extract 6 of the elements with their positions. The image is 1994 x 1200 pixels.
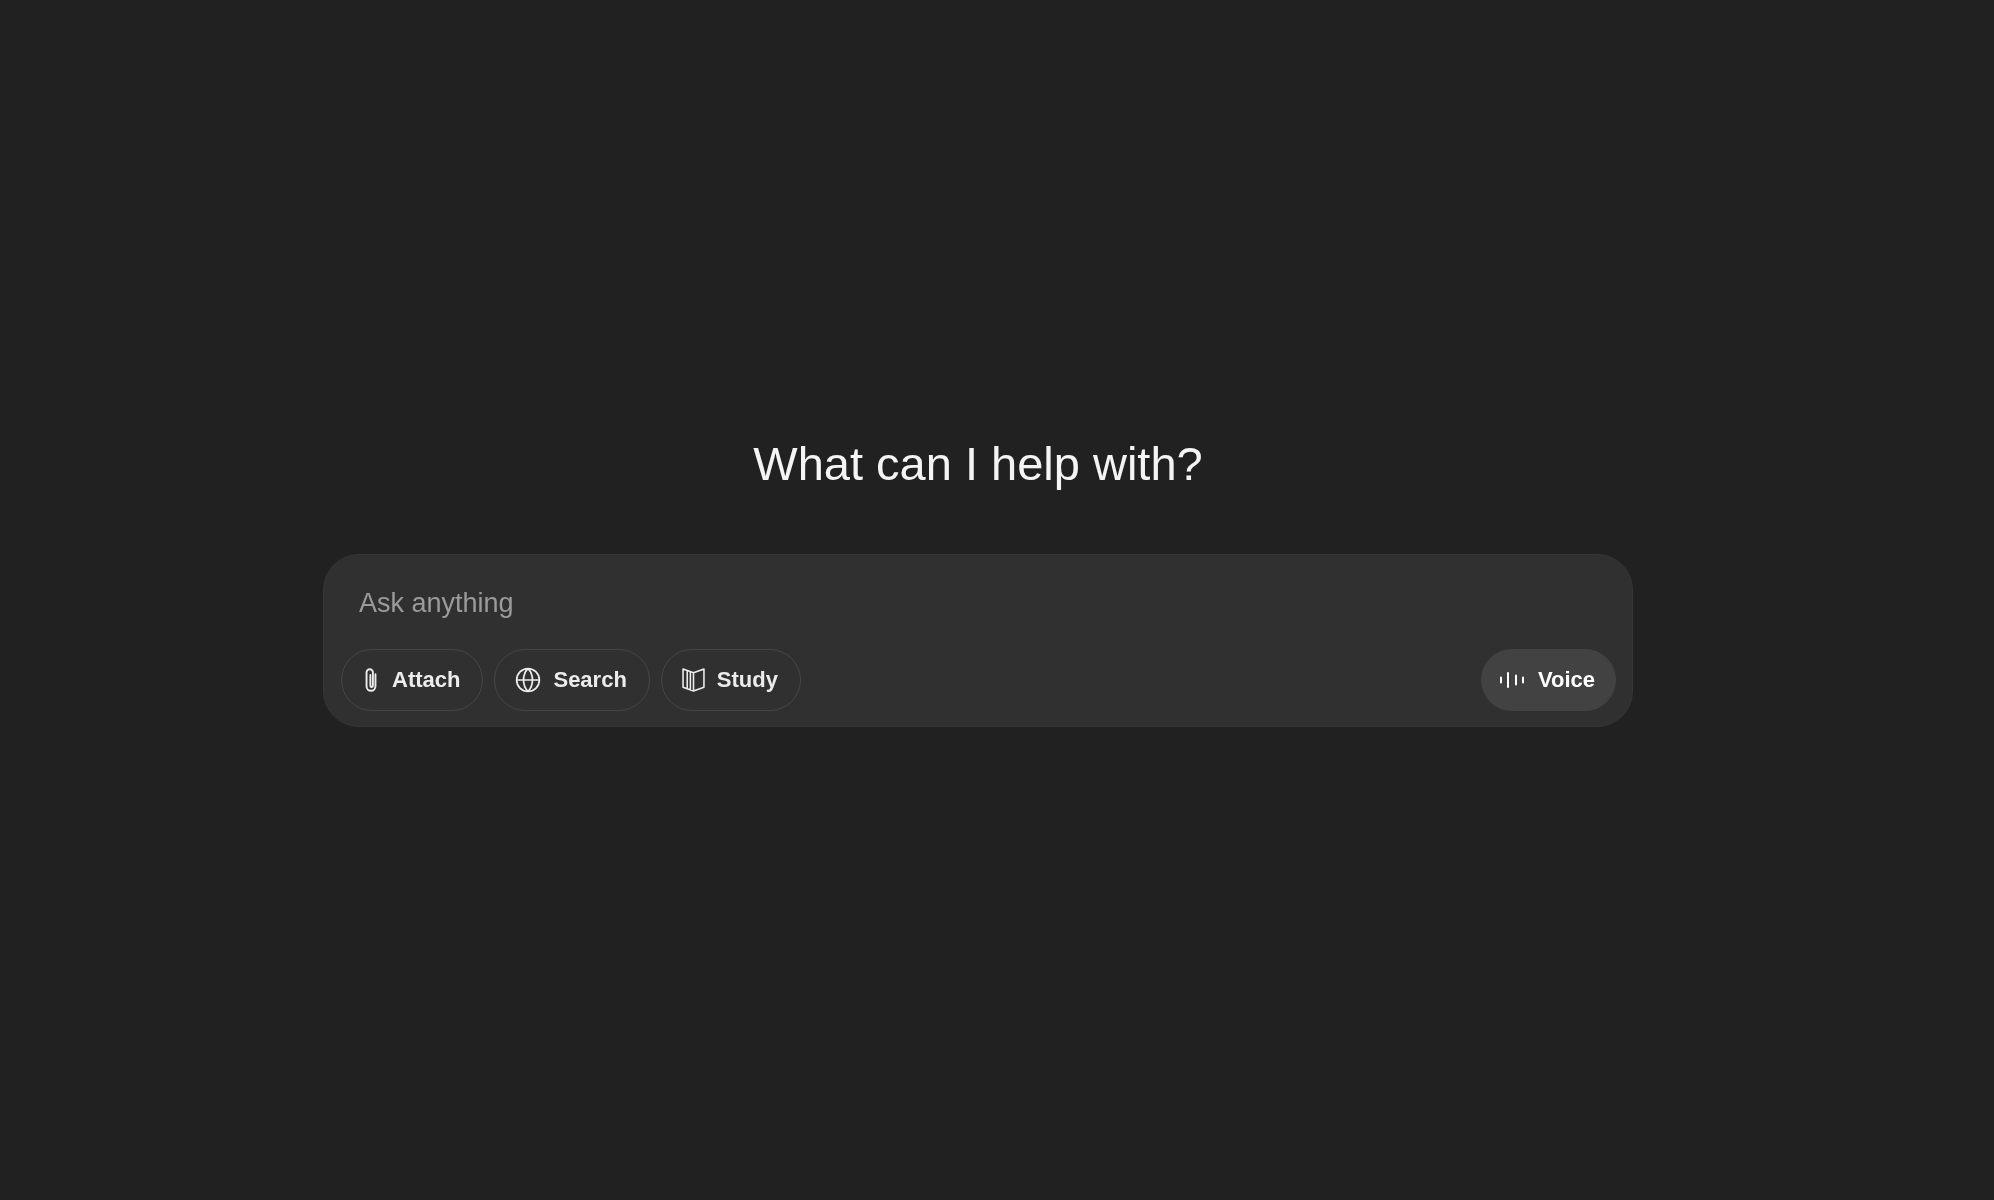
globe-icon [515, 667, 542, 693]
page-heading: What can I help with? [753, 436, 1203, 492]
message-input[interactable]: Ask anything [359, 585, 959, 621]
sound-wave-icon [1499, 672, 1524, 688]
open-book-icon [681, 667, 705, 693]
voice-button[interactable]: Voice [1480, 649, 1616, 711]
